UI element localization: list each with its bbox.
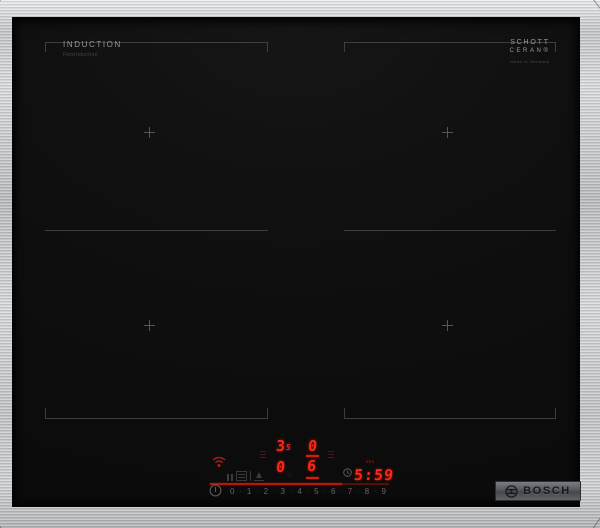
defrost-star-icon: ☆ xyxy=(286,471,293,479)
slider-dot: · xyxy=(239,487,241,497)
slider-dot: · xyxy=(256,487,258,497)
bosch-badge: BOSCH xyxy=(495,481,581,501)
frame-seam xyxy=(0,0,3,19)
schott-line1: SCHOTT xyxy=(503,39,557,47)
slider-dot: · xyxy=(324,487,326,497)
slider-dot: · xyxy=(273,487,275,497)
flex-zone-bars-icon xyxy=(260,451,266,458)
power-button[interactable] xyxy=(209,484,222,497)
zone-marking-tick xyxy=(267,42,268,52)
bosch-logo-text: BOSCH xyxy=(523,485,571,497)
induction-cooktop: INDUCTION FlexInduction SCHOTT CERAN® Ma… xyxy=(0,0,600,528)
zone-marking-line xyxy=(45,230,268,231)
ceramic-glass-surface xyxy=(13,18,579,506)
zone-marking-tick xyxy=(45,408,46,418)
zone-marking-line xyxy=(344,230,556,231)
schott-ceran-logo: SCHOTT CERAN® Made in Germany xyxy=(503,39,557,66)
power-level-slider[interactable]: 0 · 1 · 2 · 3 · 4 · 5 · 6 · 7 · 8 · 9 xyxy=(230,487,386,497)
slider-level-7[interactable]: 7 xyxy=(348,487,352,497)
slider-line-active[interactable] xyxy=(210,483,342,485)
timer-unit-label: min xyxy=(366,459,375,464)
display-front-left-zone[interactable]: 0 xyxy=(275,460,285,475)
zone-center-cross-icon xyxy=(442,320,453,331)
timer-display[interactable]: 5:59 xyxy=(353,466,395,484)
slider-line-inactive[interactable] xyxy=(342,483,389,485)
slider-level-1[interactable]: 1 xyxy=(247,487,251,497)
slider-level-8[interactable]: 8 xyxy=(365,487,369,497)
zone-marking-line xyxy=(45,418,268,419)
zone-marking-tick xyxy=(344,408,345,418)
schott-line2: CERAN® xyxy=(503,47,557,55)
display-rear-left-zone[interactable]: 35 xyxy=(275,439,291,455)
slider-level-6[interactable]: 6 xyxy=(331,487,335,497)
zone-marking-line xyxy=(344,418,556,419)
zone-marking-tick xyxy=(555,408,556,418)
slider-dot: · xyxy=(340,487,342,497)
zone-center-cross-icon xyxy=(442,127,453,138)
front-right-level: 6 xyxy=(306,457,317,475)
zone-center-cross-icon xyxy=(144,320,155,331)
slider-level-0[interactable]: 0 xyxy=(230,487,234,497)
wifi-icon xyxy=(211,455,227,468)
slider-level-4[interactable]: 4 xyxy=(297,487,301,497)
flex-zone-bars-icon xyxy=(328,451,334,458)
rear-right-level: 0 xyxy=(307,437,318,455)
slider-dot: · xyxy=(307,487,309,497)
slider-level-9[interactable]: 9 xyxy=(381,487,385,497)
rear-left-half-step: 5 xyxy=(286,443,292,452)
schott-subline: Made in Germany xyxy=(503,58,557,66)
slider-dot: · xyxy=(357,487,359,497)
slider-level-2[interactable]: 2 xyxy=(264,487,268,497)
flex-link-bar-top xyxy=(306,455,319,457)
zone-marking-tick xyxy=(267,408,268,418)
induction-label: INDUCTION xyxy=(63,40,122,49)
pan-transfer-key-icon[interactable] xyxy=(236,471,247,481)
frame-seam xyxy=(591,0,600,20)
slider-level-3[interactable]: 3 xyxy=(280,487,284,497)
min-scale-key-icon[interactable] xyxy=(254,472,264,481)
induction-sublabel: FlexInduction xyxy=(63,52,98,58)
function-key-cluster xyxy=(227,469,264,481)
zone-marking-tick xyxy=(45,42,46,52)
bosch-armature-icon xyxy=(505,485,518,498)
front-left-level: 0 xyxy=(275,458,286,476)
display-front-right-zone[interactable]: 6 xyxy=(306,459,316,474)
clock-icon[interactable] xyxy=(343,468,352,477)
flex-link-bar-bottom xyxy=(306,477,319,479)
slider-dot: · xyxy=(290,487,292,497)
pause-key-icon[interactable] xyxy=(227,474,233,481)
display-rear-right-zone[interactable]: 0 xyxy=(307,439,317,454)
key-divider xyxy=(250,471,251,481)
frame-seam xyxy=(0,506,3,528)
rear-left-level: 3 xyxy=(275,437,286,455)
frame-seam xyxy=(591,506,600,528)
slider-dot: · xyxy=(374,487,376,497)
slider-level-5[interactable]: 5 xyxy=(314,487,318,497)
zone-center-cross-icon xyxy=(144,127,155,138)
zone-marking-tick xyxy=(344,42,345,52)
